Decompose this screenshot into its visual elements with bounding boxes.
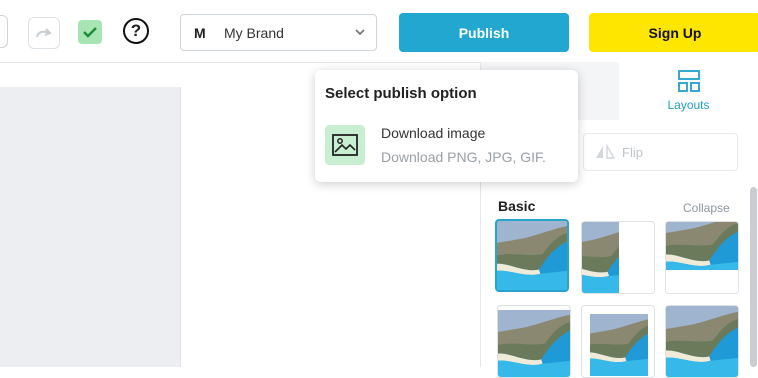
layout-thumbnail-1[interactable] [495, 219, 569, 292]
flip-button[interactable]: Flip [583, 133, 738, 171]
panel-scrollbar[interactable] [750, 187, 757, 367]
undo-button[interactable] [0, 15, 8, 48]
layout-thumbnail-5[interactable] [581, 305, 655, 378]
publish-button[interactable]: Publish [399, 13, 569, 52]
flip-label: Flip [622, 144, 643, 160]
tab-layouts-label: Layouts [667, 98, 710, 112]
beach-image [666, 222, 738, 270]
beach-image [498, 310, 570, 378]
help-button[interactable]: ? [123, 18, 149, 44]
tab-layouts[interactable]: Layouts [619, 62, 758, 120]
layout-thumbnail-4[interactable] [497, 305, 571, 378]
help-icon: ? [130, 21, 142, 40]
popover-title: Select publish option [325, 85, 477, 102]
publish-options-popover: Select publish option Download image Dow… [315, 70, 578, 182]
chevron-down-icon [355, 29, 365, 36]
section-title-basic: Basic [498, 198, 536, 214]
layout-thumbnail-6[interactable] [665, 305, 739, 378]
saved-check-button[interactable] [78, 20, 102, 44]
flip-icon [596, 144, 616, 159]
brand-select[interactable]: M My Brand [180, 14, 377, 51]
download-image-description: Download PNG, JPG, GIF. [381, 149, 546, 165]
beach-image [582, 222, 619, 293]
brand-name: My Brand [224, 24, 284, 41]
collapse-link[interactable]: Collapse [683, 201, 730, 215]
redo-button[interactable] [28, 17, 60, 49]
layouts-icon [677, 70, 700, 92]
download-image-option[interactable]: Download image [381, 125, 485, 141]
image-icon[interactable] [325, 125, 365, 165]
check-icon [83, 27, 97, 38]
redo-icon [36, 28, 52, 38]
beach-image [497, 221, 567, 290]
brand-initial: M [194, 24, 206, 41]
canvas-area[interactable] [0, 87, 181, 367]
sign-up-button[interactable]: Sign Up [589, 13, 758, 52]
beach-image [666, 306, 738, 378]
layout-thumbnail-3[interactable] [665, 221, 739, 294]
layout-thumbnail-2[interactable] [581, 221, 655, 294]
